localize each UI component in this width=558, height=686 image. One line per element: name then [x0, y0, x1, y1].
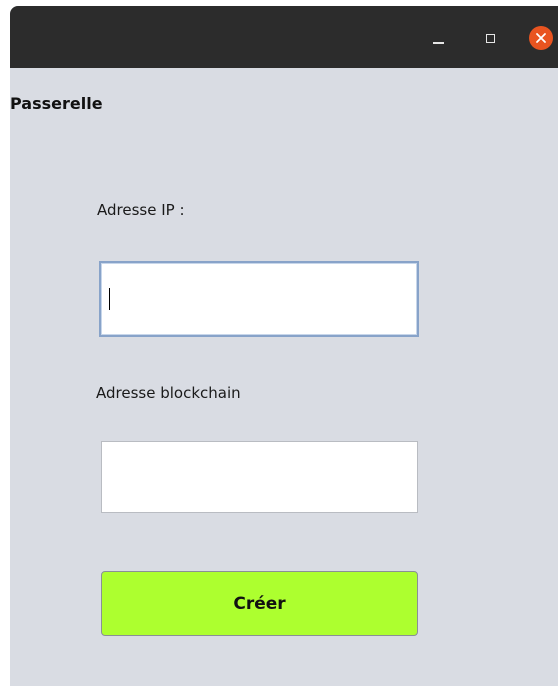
close-button[interactable]: [529, 26, 553, 50]
minimize-icon: [432, 41, 444, 44]
app-title: Passerelle: [10, 94, 103, 113]
title-bar: [10, 6, 558, 68]
minimize-button[interactable]: [427, 27, 449, 49]
maximize-button[interactable]: [479, 27, 501, 49]
ip-address-input[interactable]: [99, 261, 419, 337]
text-cursor: [109, 288, 110, 310]
blockchain-address-input[interactable]: [101, 441, 418, 513]
create-button[interactable]: Créer: [101, 571, 418, 636]
ip-address-label: Adresse IP :: [97, 201, 185, 219]
close-icon: [536, 33, 546, 43]
blockchain-address-label: Adresse blockchain: [96, 384, 241, 402]
maximize-icon: [485, 33, 495, 43]
